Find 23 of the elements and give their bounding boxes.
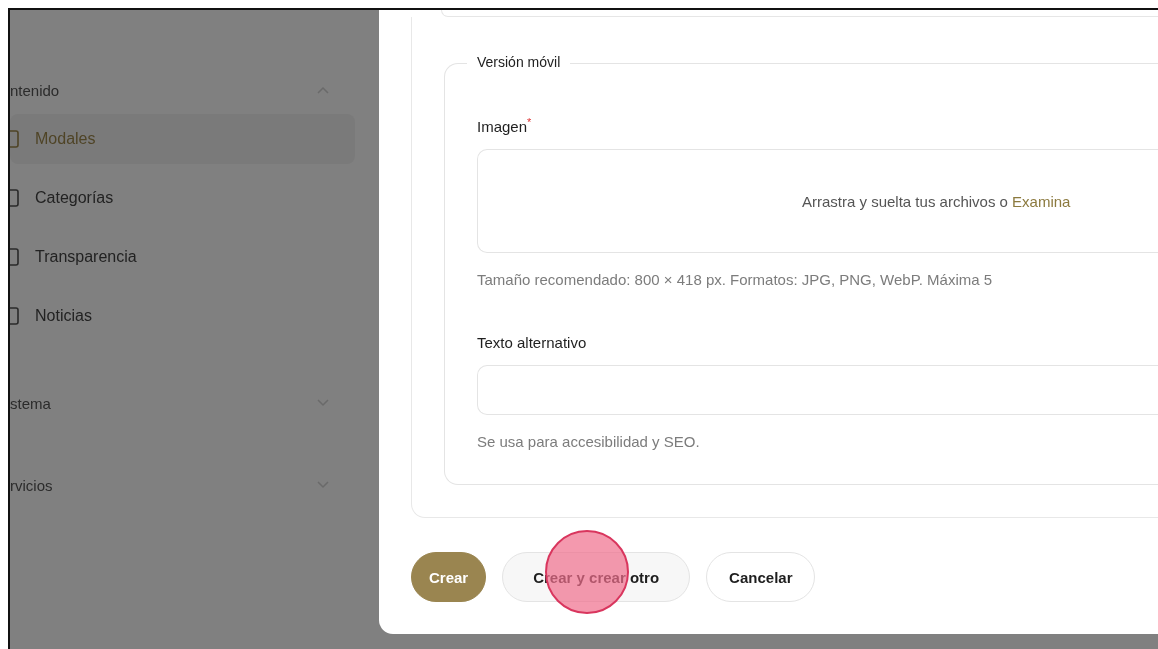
sidebar-group-label[interactable]: stema	[10, 394, 51, 412]
action-button[interactable]: Cancelar	[706, 552, 816, 602]
file-dropzone[interactable]: Arrastra y suelta tus archivos o Examina	[477, 149, 1158, 253]
sidebar-item[interactable]: Transparencia	[10, 232, 355, 282]
sidebar-group-label[interactable]: ntenido	[10, 81, 60, 99]
document-icon	[10, 248, 19, 266]
sidebar-item[interactable]: Modales	[10, 114, 355, 164]
browse-link[interactable]: Examina	[1012, 192, 1071, 210]
required-mark: *	[527, 116, 532, 128]
field-hint: Se usa para accesibilidad y SEO.	[477, 433, 701, 450]
action-button[interactable]: Crear	[411, 552, 487, 602]
document-icon	[10, 307, 19, 325]
fieldset-legend: Versión móvil	[467, 54, 571, 70]
sidebar-item[interactable]: Noticias	[10, 291, 355, 341]
field-label: Texto alternativo	[477, 334, 588, 351]
document-icon	[10, 189, 19, 207]
dropzone-text: Arrastra y suelta tus archivos o Examina	[802, 192, 1071, 210]
sidebar-item[interactable]: Categorías	[10, 173, 355, 223]
field-hint: Tamaño recomendado: 800 × 418 px. Formatos: JPG, PNG, WebP. Máxima 5	[477, 271, 994, 288]
input-field[interactable]	[477, 365, 1158, 415]
sidebar-group-label[interactable]: rvicios	[10, 476, 53, 494]
document-icon	[10, 130, 19, 148]
field-label: Imagen$^{*}$	[477, 116, 533, 135]
